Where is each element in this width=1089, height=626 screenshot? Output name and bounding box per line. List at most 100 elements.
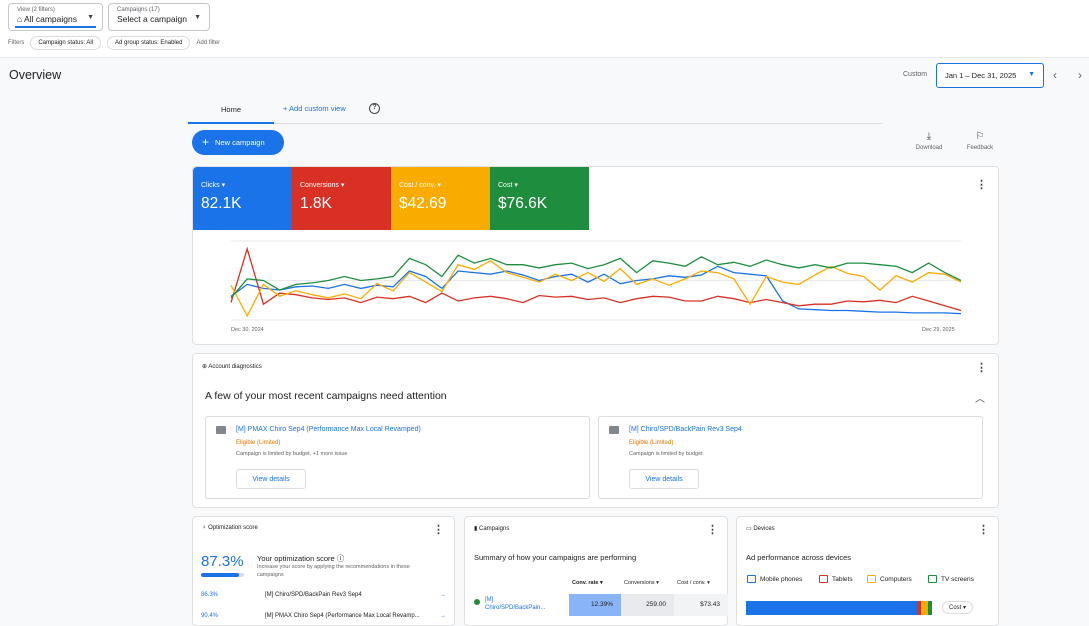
campaign-count: Campaigns (17)	[117, 7, 160, 13]
devices-card: ▭ Devices ⋮ Ad performance across device…	[736, 516, 999, 626]
column-header-conv-rate[interactable]: Conv. rate ▾	[572, 580, 603, 586]
more-options-icon[interactable]: ⋮	[978, 525, 989, 536]
home-icon: ⌂	[17, 14, 25, 24]
legend-computers[interactable]: Computers	[867, 575, 912, 583]
metric-label: Clicks	[201, 182, 220, 189]
series-line-conversions	[230, 246, 962, 312]
campaign-issue-card: [M] PMAX Chiro Sep4 (Performance Max Loc…	[205, 416, 590, 499]
tablet-icon	[819, 575, 828, 583]
view-filter-count: View (2 filters)	[17, 7, 55, 13]
view-details-button[interactable]: View details	[236, 469, 306, 489]
chevron-down-icon: ▼	[87, 14, 94, 21]
metric-label: Conversions	[300, 182, 339, 189]
filter-chip-adgroup-status[interactable]: Ad group status: Enabled	[107, 36, 191, 50]
campaign-issue-desc: Campaign is limited by budget	[629, 451, 703, 457]
caret-down-icon: ▼	[1028, 71, 1035, 78]
devices-header: ▭ Devices	[746, 525, 775, 532]
optimization-header: ♀ Optimization score	[202, 525, 258, 531]
device-share-segment	[746, 601, 917, 615]
conversions-cell: 259.00	[621, 594, 674, 616]
column-header-conversions[interactable]: Conversions ▾	[624, 580, 659, 586]
legend-label: Computers	[880, 575, 912, 583]
row-campaign-name: [M] Chiro/SPD/BackPain Rev3 Sep4	[265, 592, 362, 598]
computer-icon	[867, 575, 876, 583]
tab-home[interactable]: Home	[188, 100, 274, 124]
campaign-name-link[interactable]: [M] Chiro/SPD/BackPain...	[485, 596, 545, 612]
metric-select[interactable]: Cost ▾	[942, 601, 974, 614]
row-score: 90.4%	[201, 613, 219, 619]
feedback-label: Feedback	[966, 145, 994, 151]
download-label: Download	[915, 145, 943, 151]
add-custom-view-link[interactable]: + Add custom view	[283, 104, 346, 113]
next-period-icon[interactable]: ›	[1078, 68, 1082, 82]
account-diagnostics-card: ⊕ Account diagnostics ⋮ A few of your mo…	[192, 353, 999, 508]
diagnostics-header: ⊕ Account diagnostics	[202, 363, 262, 370]
metric-tile-cost-per-conv[interactable]: Cost / conv. ▾ $42.69	[391, 167, 490, 230]
column-label: Conv. rate	[572, 580, 599, 586]
campaign-dropdown[interactable]: Campaigns (17) Select a campaign ▼	[108, 3, 210, 31]
feedback-button[interactable]: ⚐ Feedback	[958, 131, 1002, 151]
column-label: Cost / conv.	[677, 580, 706, 586]
more-options-icon[interactable]: ⋮	[976, 363, 987, 374]
legend-tablets[interactable]: Tablets	[819, 575, 853, 583]
column-label: Conversions	[624, 580, 655, 586]
date-range-picker[interactable]: Jan 1 – Dec 31, 2025 ▼	[936, 63, 1044, 88]
devices-icon: ▭	[746, 526, 752, 532]
more-options-icon[interactable]: ⋮	[707, 525, 718, 536]
diagnostics-icon: ⊕	[202, 364, 208, 370]
more-options-icon[interactable]: ⋮	[976, 180, 987, 191]
campaigns-header-label: Campaigns	[478, 526, 510, 532]
help-icon[interactable]: ⓘ	[337, 554, 345, 563]
legend-tv[interactable]: TV screens	[928, 575, 974, 583]
campaign-link[interactable]: [M] Chiro/SPD/BackPain Rev3 Sep4	[629, 426, 742, 433]
metric-label: Cost / conv.	[399, 182, 436, 189]
campaign-name-line2: Chiro/SPD/BackPain...	[485, 605, 546, 611]
new-campaign-button[interactable]: + New campaign	[192, 130, 284, 155]
metric-value: $76.6K	[498, 195, 548, 212]
performance-card: Clicks ▾ 82.1K Conversions ▾ 1.8K Cost /…	[192, 166, 999, 345]
metric-tile-cost[interactable]: Cost ▾ $76.6K	[490, 167, 589, 230]
help-icon[interactable]: ?	[369, 103, 380, 114]
metric-value: $42.69	[399, 195, 447, 212]
diagnostics-header-label: Account diagnostics	[208, 364, 262, 370]
more-options-icon[interactable]: ⋮	[433, 525, 444, 536]
top-bar: View (2 filters) ⌂ All campaigns ▼ Campa…	[0, 0, 1089, 58]
metric-value: 1.8K	[300, 195, 332, 212]
device-share-segment	[920, 601, 929, 615]
campaign-issue-desc: Campaign is limited by budget, +1 more i…	[236, 451, 348, 457]
metric-tile-conversions[interactable]: Conversions ▾ 1.8K	[292, 167, 391, 230]
filters-label: Filters	[8, 40, 25, 46]
column-header-cost-conv[interactable]: Cost / conv. ▾	[677, 580, 710, 586]
campaigns-title: Summary of how your campaigns are perfor…	[474, 553, 637, 562]
campaigns-header: ▮ Campaigns	[474, 525, 509, 532]
optimization-score-card: ♀ Optimization score ⋮ 87.3% Your optimi…	[192, 516, 455, 626]
chevron-down-icon: ▼	[194, 14, 201, 21]
add-filter-link[interactable]: Add filter	[196, 40, 220, 46]
optimization-score-fill	[201, 573, 239, 577]
campaign-issue-card: [M] Chiro/SPD/BackPain Rev3 Sep4 Eligibl…	[598, 416, 983, 499]
device-share-segment	[928, 601, 933, 615]
view-dropdown[interactable]: View (2 filters) ⌂ All campaigns ▼	[8, 3, 103, 31]
bar-chart-icon: ▮	[474, 526, 478, 532]
metric-tile-clicks[interactable]: Clicks ▾ 82.1K	[193, 167, 292, 230]
campaign-link[interactable]: [M] PMAX Chiro Sep4 (Performance Max Loc…	[236, 426, 421, 433]
view-label: All campaigns	[24, 14, 77, 24]
performance-line-chart	[230, 240, 962, 321]
pmax-campaign-icon	[216, 426, 226, 434]
date-custom-label: Custom	[903, 71, 928, 78]
plus-icon: +	[202, 135, 210, 149]
previous-period-icon[interactable]: ‹	[1053, 68, 1057, 82]
legend-label: Mobile phones	[760, 575, 803, 583]
metric-select-label: Cost	[949, 605, 962, 611]
download-button[interactable]: ⤓ Download	[907, 131, 951, 151]
legend-mobile[interactable]: Mobile phones	[747, 575, 802, 583]
metric-value: 82.1K	[201, 195, 242, 212]
optimization-score-value: 87.3%	[201, 553, 244, 570]
view-details-button[interactable]: View details	[629, 469, 699, 489]
collapse-chevron-icon[interactable]: ︿	[975, 390, 985, 405]
lightbulb-icon: ♀	[202, 525, 207, 531]
device-share-bar	[746, 601, 936, 615]
campaigns-card: ▮ Campaigns ⋮ Summary of how your campai…	[464, 516, 728, 626]
optimization-desc: Increase your score by applying the reco…	[257, 564, 410, 578]
filter-chip-campaign-status[interactable]: Campaign status: All	[30, 36, 102, 50]
